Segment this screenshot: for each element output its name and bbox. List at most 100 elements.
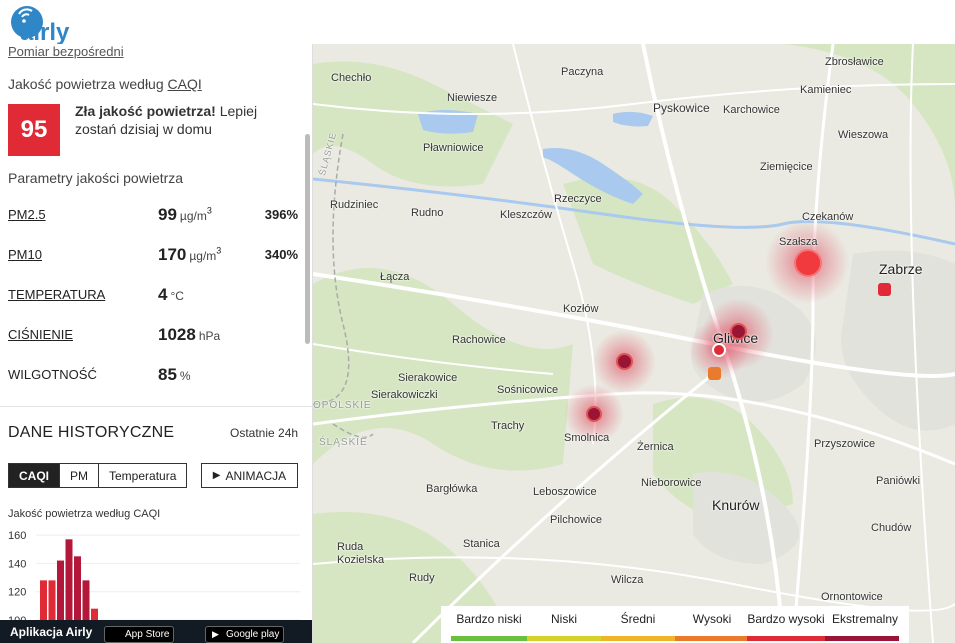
app-store-label: App Store (125, 629, 170, 640)
place-label: Pilchowice (550, 514, 602, 526)
place-label: Knurów (712, 497, 760, 513)
place-label: Stanica (463, 538, 500, 550)
caqi-message: Zła jakość powietrza! Lepiej zostań dzis… (75, 102, 275, 138)
param-value-temperature: 4 °C (158, 285, 184, 304)
legend-label: Niski (551, 612, 577, 626)
sensor-marker[interactable] (586, 406, 602, 422)
google-play-label: Google play (226, 629, 280, 640)
place-label: Kamieniec (800, 84, 852, 96)
sensor-marker[interactable] (708, 367, 721, 380)
legend-label: Ekstremalny (831, 612, 899, 626)
place-label: Ornontowice (821, 591, 883, 603)
place-label: Rudy (409, 572, 435, 584)
place-label: Ruda Kozielska (337, 541, 385, 566)
param-row-pressure: CIŚNIENIE 1028 hPa (8, 325, 300, 349)
chart-title: Jakość powietrza według CAQI (8, 508, 161, 520)
sidebar: Pomiar bezpośredni Jakość powietrza wedł… (0, 44, 313, 643)
chart-bar[interactable] (65, 539, 73, 620)
history-tabs: CAQI PM Temperatura (8, 463, 188, 488)
google-play-button[interactable]: ▶ Google play (205, 626, 285, 643)
chart-bar[interactable] (82, 580, 90, 620)
legend-label: Średni (620, 612, 656, 626)
place-label: Chudów (871, 522, 912, 534)
place-label: Niewiesze (447, 92, 498, 104)
caqi-legend: Bardzo niski Niski Średni Wysoki Bardzo … (441, 606, 909, 643)
place-label: Wieszowa (838, 129, 889, 141)
place-label: Przyszowice (814, 438, 876, 450)
caqi-message-bold: Zła jakość powietrza! (75, 103, 216, 119)
chart-y-tick: 140 (8, 558, 26, 570)
place-label: Łącza (380, 271, 410, 283)
place-label: Rudziniec (330, 199, 379, 211)
place-label: Pławniowice (423, 142, 484, 154)
place-label: Smolnica (564, 432, 610, 444)
place-label: Paczyna (561, 66, 604, 78)
chart-bar[interactable] (40, 580, 47, 620)
chart-bar[interactable] (48, 580, 56, 620)
param-value-humidity: 85% (158, 365, 191, 384)
section-divider (0, 406, 312, 407)
chart-y-tick: 160 (8, 530, 26, 542)
legend-bar (825, 636, 899, 641)
param-name-pm25[interactable]: PM2.5 (8, 207, 46, 222)
chart-bar[interactable] (91, 608, 98, 620)
place-label: Rachowice (452, 334, 506, 346)
region-label: ŚLĄSKIE (319, 437, 368, 448)
param-percent-pm10: 340% (264, 247, 298, 262)
caqi-value-badge: 95 (8, 104, 60, 156)
place-label: Zbrosławice (825, 56, 884, 68)
chart-bar[interactable] (74, 556, 81, 620)
caqi-history-chart: 160140120100 (8, 530, 300, 620)
place-label: Zabrze (879, 261, 923, 277)
param-row-pm25: PM2.5 99 µg/m3 396% (8, 205, 300, 229)
chart-bar[interactable] (57, 560, 64, 620)
legend-bar (601, 636, 675, 641)
direct-measurement-link[interactable]: Pomiar bezpośredni (8, 44, 124, 59)
google-play-icon: ▶ (212, 629, 219, 639)
tab-temperature[interactable]: Temperatura (99, 464, 186, 487)
place-label: Karchowice (723, 104, 780, 116)
sensor-marker[interactable] (712, 343, 726, 357)
app-promo-text: Aplikacja Airly (10, 625, 93, 639)
place-label: Pyskowice (653, 101, 710, 115)
place-label: Kozłów (563, 303, 599, 315)
sensor-marker[interactable] (878, 283, 891, 296)
sensor-marker[interactable] (794, 249, 822, 277)
legend-bar (747, 636, 825, 641)
place-label: Rudno (411, 207, 444, 219)
tab-pm[interactable]: PM (60, 464, 99, 487)
air-quality-map[interactable]: Chechło Paczyna Zbrosławice Niewiesze Ka… (313, 44, 955, 643)
region-label: OPOLSKIE (313, 400, 372, 411)
chart-y-tick: 120 (8, 587, 26, 599)
legend-label: Bardzo wysoki (747, 612, 825, 626)
param-name-temperature[interactable]: TEMPERATURA (8, 287, 105, 302)
app-store-button[interactable]: App Store (104, 626, 175, 643)
place-label: Wilcza (611, 574, 644, 586)
history-title: DANE HISTORYCZNE (8, 424, 175, 441)
param-row-temperature: TEMPERATURA 4 °C (8, 285, 300, 309)
place-label: Sierakowice (398, 372, 458, 384)
params-heading: Parametry jakości powietrza (8, 170, 184, 186)
app-promo-bar: Aplikacja Airly App Store ▶ Google play (0, 620, 312, 643)
legend-bar (527, 636, 601, 641)
param-percent-pm25: 396% (264, 207, 298, 222)
sensor-marker[interactable] (730, 323, 747, 340)
sidebar-scrollbar[interactable] (305, 134, 310, 344)
place-label: Nieborowice (641, 477, 702, 489)
place-label: Rzeczyce (554, 193, 602, 205)
legend-bar (451, 636, 527, 641)
airly-logo[interactable]: airly (6, 0, 96, 46)
legend-label: Wysoki (692, 612, 732, 626)
param-name-pressure[interactable]: CIŚNIENIE (8, 327, 73, 342)
param-value-pressure: 1028 hPa (158, 325, 221, 344)
place-label: Sierakowiczki (371, 389, 438, 401)
param-name-pm10[interactable]: PM10 (8, 247, 42, 262)
caqi-heading: Jakość powietrza według CAQI (8, 76, 202, 92)
caqi-link[interactable]: CAQI (168, 76, 202, 92)
sensor-marker[interactable] (616, 353, 633, 370)
place-label: Chechło (331, 72, 372, 84)
caqi-heading-prefix: Jakość powietrza według (8, 76, 168, 92)
place-label: Ziemięcice (760, 161, 813, 173)
tab-caqi[interactable]: CAQI (9, 464, 60, 487)
animation-button[interactable]: ▶ ANIMACJA (201, 463, 298, 488)
